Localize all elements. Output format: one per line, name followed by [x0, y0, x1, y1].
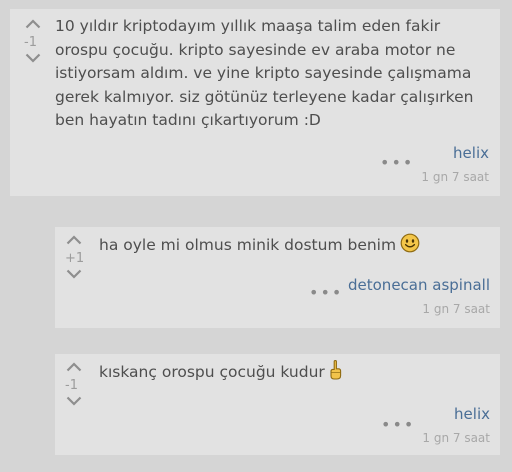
vote-widget: +1 — [61, 235, 87, 283]
entry-text-line: kıskanç orospu çocuğu kudur — [99, 360, 489, 388]
upvote-button[interactable] — [61, 362, 87, 376]
more-options-button[interactable]: ••• — [309, 285, 343, 301]
entry-text: 10 yıldır kriptodayım yıllık maaşa talim… — [55, 17, 474, 129]
upvote-button[interactable] — [20, 19, 46, 33]
upvote-button[interactable] — [61, 235, 87, 249]
entry-date[interactable]: 1 gn 7 saat — [422, 302, 490, 316]
entry-card: +1 ha oyle mi olmus minik dostum benim •… — [55, 227, 500, 328]
author-link[interactable]: detonecan aspinall — [348, 276, 490, 294]
more-options-button[interactable]: ••• — [380, 155, 414, 171]
entry-date[interactable]: 1 gn 7 saat — [421, 170, 489, 184]
entry-text: ha oyle mi olmus minik dostum benim — [99, 236, 397, 254]
downvote-button[interactable] — [61, 269, 87, 283]
chevron-up-icon — [25, 19, 41, 29]
entry-text: kıskanç orospu çocuğu kudur — [99, 363, 325, 381]
downvote-button[interactable] — [61, 396, 87, 410]
downvote-button[interactable] — [20, 53, 46, 67]
author-link[interactable]: helix — [453, 144, 489, 162]
vote-widget: -1 — [61, 362, 87, 410]
vote-score: -1 — [65, 378, 78, 393]
smiley-face-emoji — [400, 233, 420, 261]
entry-card: -1 10 yıldır kriptodayım yıllık maaşa ta… — [10, 9, 500, 196]
entry-card: -1 kıskanç orospu çocuğu kudur ••• helix… — [55, 354, 500, 455]
entry-text-line: ha oyle mi olmus minik dostum benim — [99, 233, 489, 261]
entry-date[interactable]: 1 gn 7 saat — [422, 431, 490, 445]
vote-widget: -1 — [20, 19, 46, 67]
chevron-down-icon — [66, 396, 82, 406]
more-options-button[interactable]: ••• — [381, 417, 415, 433]
author-link[interactable]: helix — [454, 405, 490, 423]
chevron-up-icon — [66, 362, 82, 372]
chevron-up-icon — [66, 235, 82, 245]
vote-score: +1 — [65, 251, 85, 266]
chevron-down-icon — [25, 53, 41, 63]
chevron-down-icon — [66, 269, 82, 279]
vote-score: -1 — [24, 35, 37, 50]
middle-finger-emoji — [329, 360, 343, 388]
